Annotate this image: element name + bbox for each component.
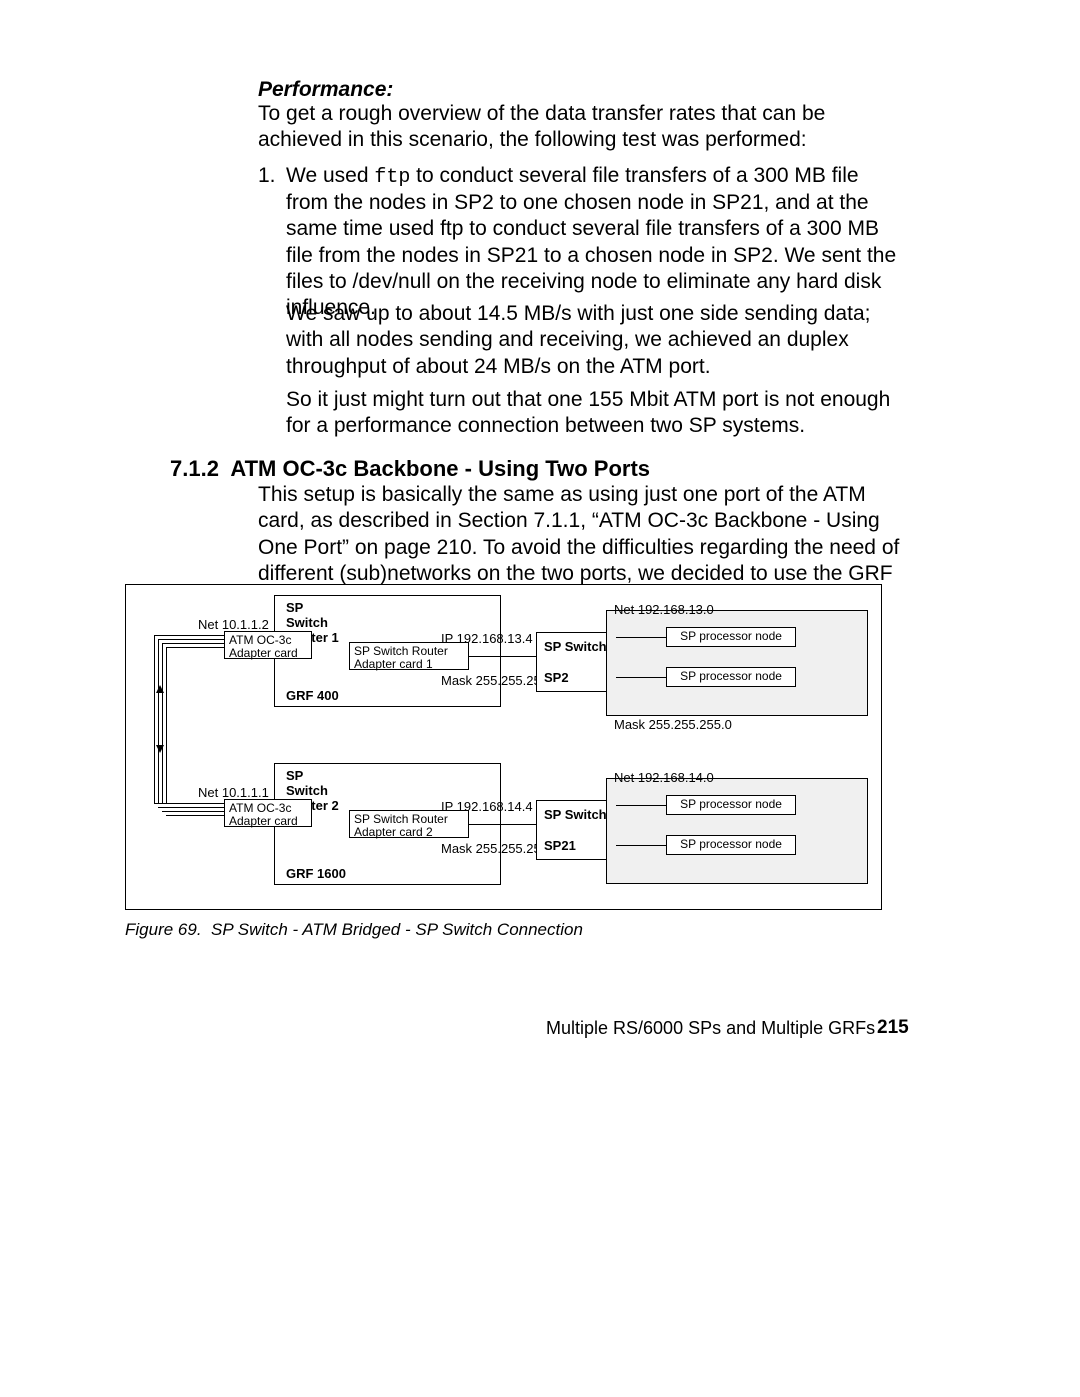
- arrow-up-icon: [156, 685, 164, 693]
- performance-intro: To get a rough overview of the data tran…: [258, 101, 898, 154]
- grf1600-label: GRF 1600: [286, 866, 346, 881]
- line: [616, 805, 666, 806]
- line: [616, 637, 666, 638]
- list-item-1-p2: We saw up to about 14.5 MB/s with just o…: [286, 301, 900, 380]
- footer-text: Multiple RS/6000 SPs and Multiple GRFs: [546, 1018, 875, 1039]
- ip-1: IP 192.168.13.4: [441, 631, 533, 646]
- page-number: 215: [877, 1017, 909, 1039]
- figure-caption: Figure 69. SP Switch - ATM Bridged - SP …: [125, 920, 583, 940]
- line: [469, 656, 536, 657]
- line: [469, 824, 536, 825]
- net-r2: Net 192.168.14.0: [614, 770, 714, 785]
- sp21-domain: [606, 778, 868, 884]
- list-item-1-p3: So it just might turn out that one 155 M…: [286, 387, 900, 440]
- li-text-a: We used: [286, 164, 374, 187]
- ip-2: IP 192.168.14.4: [441, 799, 533, 814]
- net-10-1-1-1: Net 10.1.1.1: [198, 785, 269, 800]
- grf400-label: GRF 400: [286, 688, 339, 703]
- adapter-card-1: SP Switch Router Adapter card 1: [349, 642, 469, 670]
- atm-card-2: ATM OC-3c Adapter card: [224, 799, 312, 827]
- line: [616, 845, 666, 846]
- node-top-1: SP processor node: [666, 627, 796, 647]
- li-ftp: ftp: [374, 166, 410, 189]
- sp2-label: SP2: [544, 670, 569, 685]
- figure-69: SP Switch Router 1 ATM OC-3c Adapter car…: [125, 584, 882, 910]
- net-r1: Net 192.168.13.0: [614, 602, 714, 617]
- page: Performance: To get a rough overview of …: [0, 0, 1080, 1397]
- sp2-domain: [606, 610, 868, 716]
- atm-card-1: ATM OC-3c Adapter card: [224, 631, 312, 659]
- net-10-1-1-2: Net 10.1.1.2: [198, 617, 269, 632]
- arrow-down-icon: [156, 745, 164, 753]
- mask-r1: Mask 255.255.255.0: [614, 717, 732, 732]
- section-heading: 7.1.2 ATM OC-3c Backbone - Using Two Por…: [170, 456, 650, 482]
- line: [616, 677, 666, 678]
- performance-heading: Performance:: [258, 78, 393, 102]
- node-bot-1: SP processor node: [666, 795, 796, 815]
- list-number: 1.: [258, 163, 276, 189]
- sp21-label: SP21: [544, 838, 576, 853]
- node-top-2: SP processor node: [666, 667, 796, 687]
- adapter-card-2: SP Switch Router Adapter card 2: [349, 810, 469, 838]
- node-bot-2: SP processor node: [666, 835, 796, 855]
- list-item-1: We used ftp to conduct several file tran…: [286, 163, 900, 321]
